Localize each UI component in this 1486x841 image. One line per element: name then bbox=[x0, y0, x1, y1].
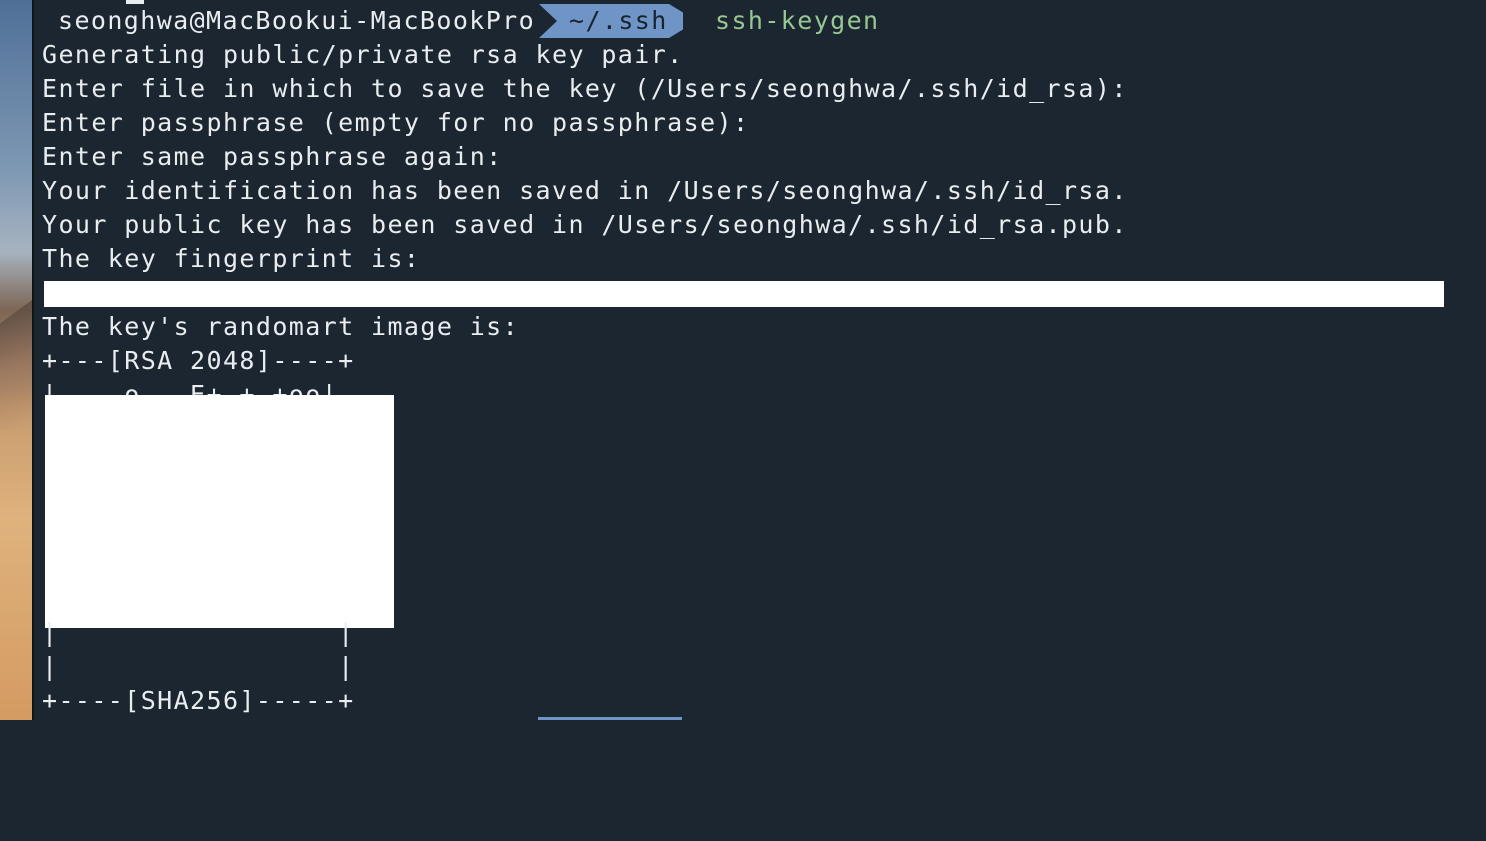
prompt-path: ~/.ssh bbox=[569, 6, 668, 35]
redacted-randomart bbox=[45, 395, 394, 628]
redacted-fingerprint bbox=[44, 281, 1444, 307]
terminal-output-line: The key's randomart image is: bbox=[42, 312, 520, 341]
terminal-output-line: Your public key has been saved in /Users… bbox=[42, 210, 1128, 239]
terminal-output-line: The key fingerprint is: bbox=[42, 244, 421, 273]
terminal-output-line: Enter same passphrase again: bbox=[42, 142, 503, 171]
prompt-user-host: seonghwa@MacBookui-MacBookPro bbox=[58, 6, 536, 35]
desktop-wallpaper-strip bbox=[0, 0, 32, 720]
terminal-output-line: Your identification has been saved in /U… bbox=[42, 176, 1128, 205]
randomart-bottom-border: +----[SHA256]-----+ bbox=[42, 686, 355, 715]
terminal-output-line: Generating public/private rsa key pair. bbox=[42, 40, 684, 69]
randomart-top-border: +---[RSA 2048]----+ bbox=[42, 346, 355, 375]
terminal-output-line: Enter file in which to save the key (/Us… bbox=[42, 74, 1128, 103]
terminal-window[interactable]: seonghwa@MacBookui-MacBookPro ~/.ssh ssh… bbox=[34, 0, 1486, 720]
randomart-row: | | bbox=[42, 652, 355, 681]
terminal-output-line: Enter passphrase (empty for no passphras… bbox=[42, 108, 750, 137]
entered-command: ssh-keygen bbox=[715, 6, 880, 35]
randomart-row: | | bbox=[42, 618, 355, 647]
